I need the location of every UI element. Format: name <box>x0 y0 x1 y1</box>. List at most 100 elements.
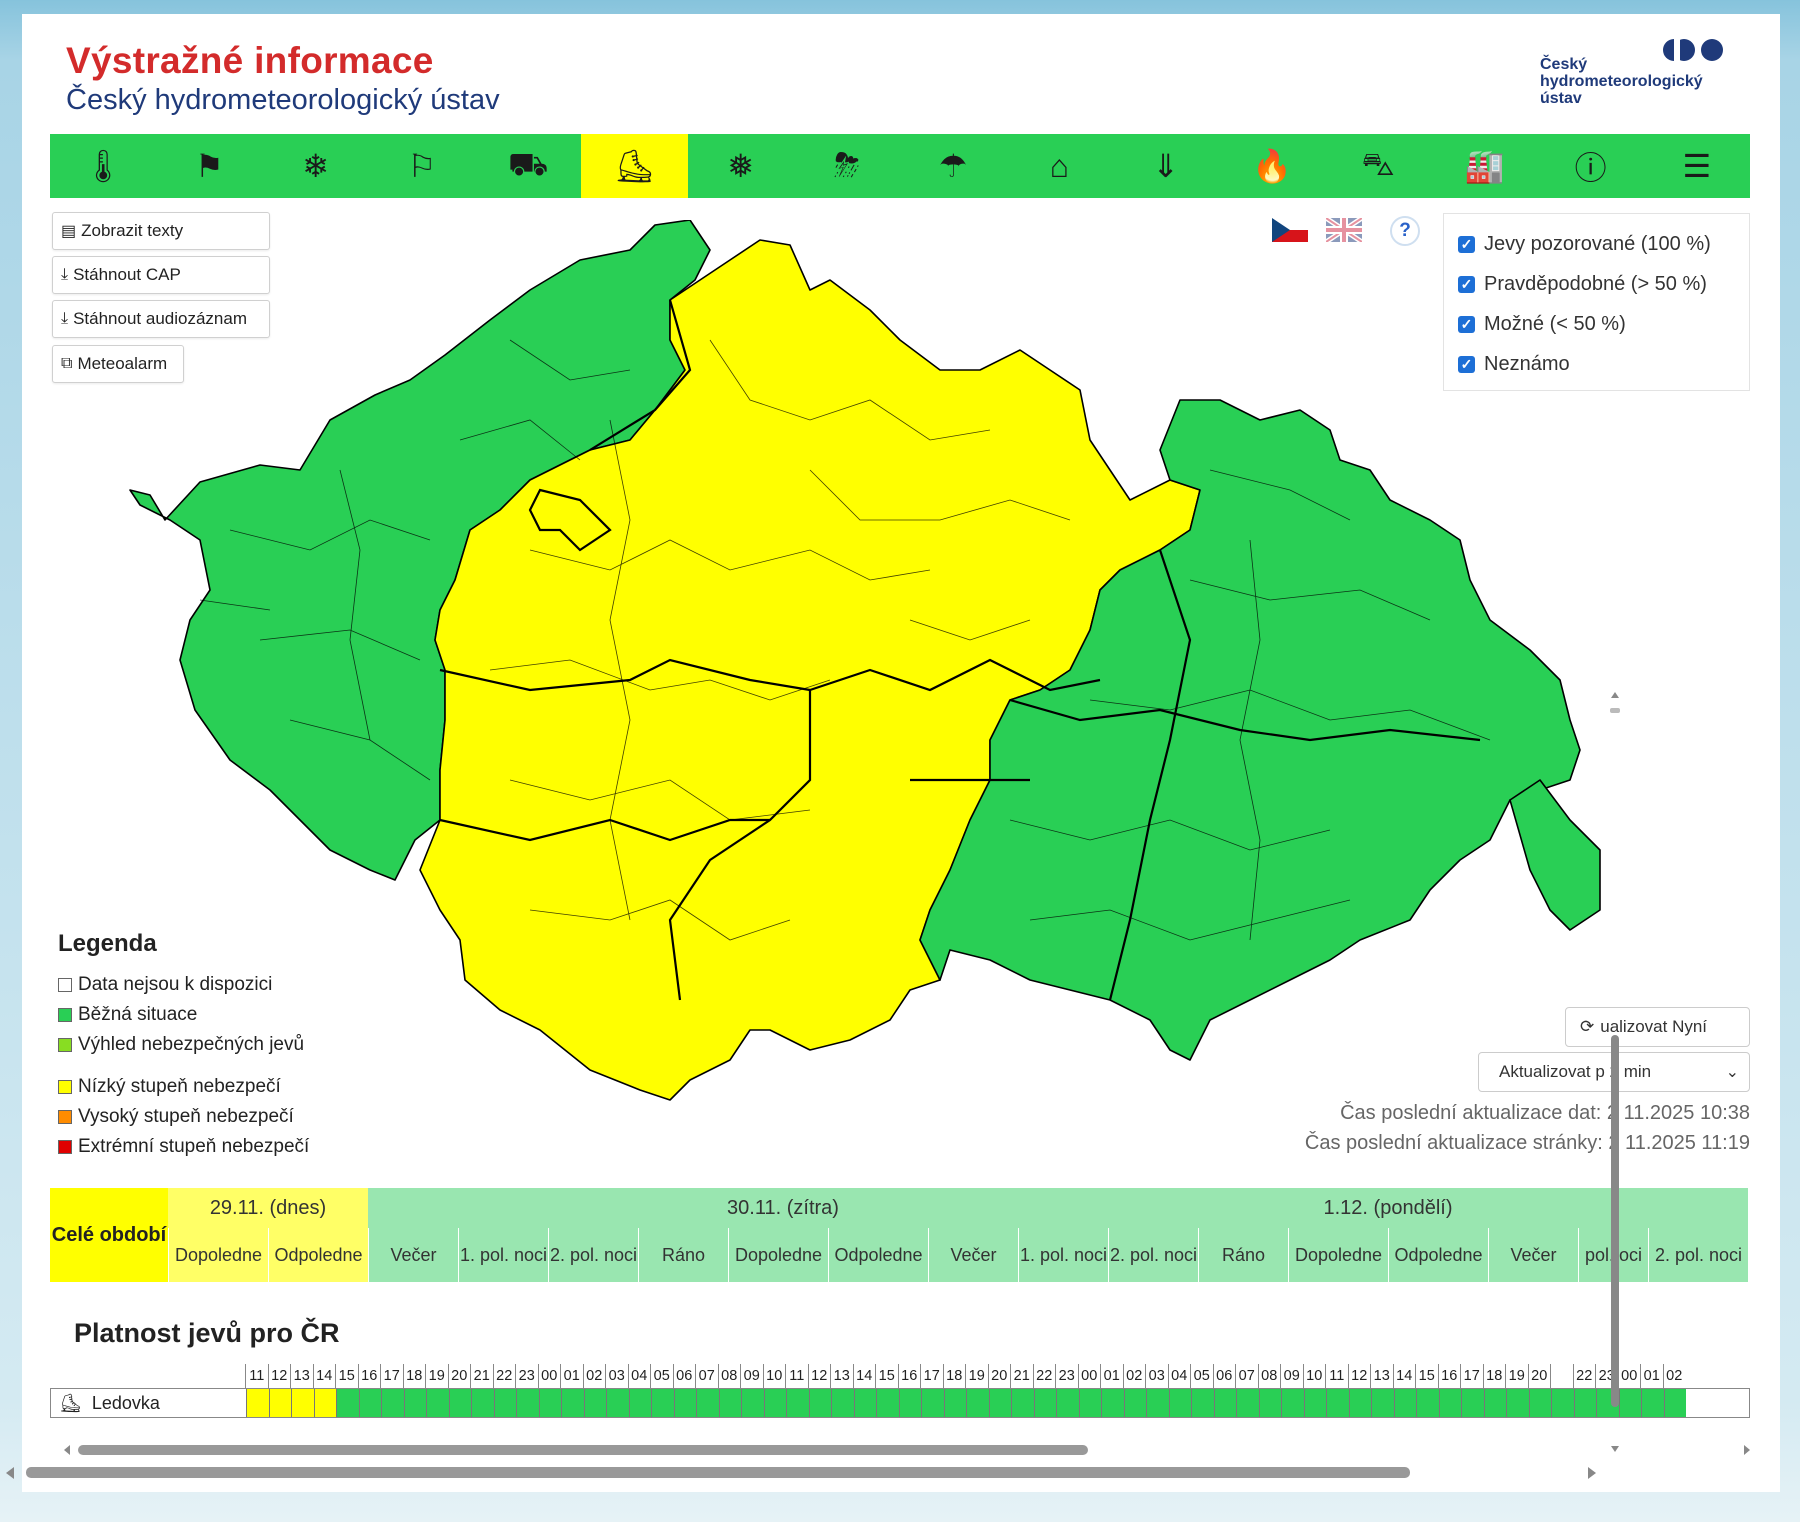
validity-row-label: ⛸ Ledovka <box>59 1392 160 1413</box>
timeline: Celé období 29.11. (dnes) 30.11. (zítra) 1… <box>50 1188 1750 1282</box>
hour-label: 19 <box>1505 1364 1528 1388</box>
legend: Legenda Data nejsou k dispozici Běžná sit… <box>58 930 309 1162</box>
warning-map[interactable] <box>110 220 1690 1120</box>
document-icon: ▤ <box>61 223 77 240</box>
hour-cell <box>1663 1389 1686 1417</box>
legend-swatch <box>58 1038 72 1052</box>
page-horizontal-scrollbar[interactable] <box>0 1463 1600 1483</box>
timeline-day[interactable] <box>1578 1188 1748 1228</box>
hour-cell <box>1191 1389 1214 1417</box>
flood-icon[interactable]: ⌂ <box>1006 134 1112 198</box>
hour-cell <box>1078 1389 1101 1417</box>
hour-label: 05 <box>1190 1364 1213 1388</box>
legend-swatch <box>58 978 72 992</box>
hour-label: 06 <box>672 1364 696 1388</box>
hour-cell <box>1483 1389 1506 1417</box>
fog-traffic-icon[interactable]: ⛍ <box>1325 134 1431 198</box>
hour-cell <box>1528 1389 1551 1417</box>
refresh-now-button[interactable]: ⟳ ualizovat Nyní <box>1565 1007 1750 1047</box>
hour-cell <box>516 1389 539 1417</box>
hour-cell <box>403 1389 426 1417</box>
timeline-slot[interactable]: 2. pol. noci <box>1648 1228 1748 1282</box>
hour-label: 02 <box>1662 1364 1686 1388</box>
timeline-slot[interactable]: 1. pol. noci <box>458 1228 548 1282</box>
timeline-slot[interactable]: Ráno <box>1198 1228 1288 1282</box>
timeline-slot[interactable]: Odpoledne <box>1388 1228 1488 1282</box>
download-icon: ⤓ <box>61 310 69 327</box>
hour-label: 18 <box>1482 1364 1506 1388</box>
hour-label: 19 <box>425 1364 448 1388</box>
timeline-slot[interactable]: 2. pol. noci <box>1108 1228 1198 1282</box>
hour-cell <box>493 1389 516 1417</box>
snow-icon[interactable]: ❄ <box>263 134 369 198</box>
hour-cell <box>1101 1389 1124 1417</box>
timeline-slot[interactable]: Dopoledne <box>728 1228 828 1282</box>
hour-label: 12 <box>267 1364 291 1388</box>
hour-label: 13 <box>1370 1364 1393 1388</box>
wind-icon[interactable]: ⚑ <box>156 134 262 198</box>
timeline-slot[interactable]: Odpoledne <box>828 1228 928 1282</box>
timeline-day[interactable]: 30.11. (zítra) <box>368 1188 1198 1228</box>
timeline-slot[interactable]: 2. pol. noci <box>548 1228 638 1282</box>
legend-item: Extrémní stupeň nebezpečí <box>58 1132 309 1162</box>
hour-label: 16 <box>357 1364 381 1388</box>
horizontal-scrollbar[interactable] <box>62 1442 1752 1458</box>
hour-cell <box>268 1389 291 1417</box>
timeline-slot[interactable]: Večer <box>368 1228 458 1282</box>
thunderstorm-icon[interactable]: ⛈ <box>794 134 900 198</box>
temperature-icon[interactable]: 🌡 <box>50 134 156 198</box>
timeline-day[interactable]: 1.12. (pondělí) <box>1198 1188 1578 1228</box>
chmu-logo[interactable]: Český hydrometeorologický ústav <box>1540 36 1730 110</box>
data-update-time: Čas poslední aktualizace dat: 2 11.2025 … <box>1340 1102 1750 1124</box>
timeline-slot[interactable]: Odpoledne <box>268 1228 368 1282</box>
whole-period-cell[interactable]: Celé období <box>50 1188 168 1282</box>
hour-label: 11 <box>1325 1364 1348 1388</box>
hour-cell <box>1303 1389 1326 1417</box>
hour-label: 21 <box>470 1364 493 1388</box>
hour-label: 17 <box>1460 1364 1483 1388</box>
timeline-slots: Dopoledne Odpoledne Večer 1. pol. noci 2. po… <box>168 1228 1748 1282</box>
hour-label: 20 <box>447 1364 471 1388</box>
hour-cell <box>471 1389 494 1417</box>
hour-label: 18 <box>942 1364 966 1388</box>
water-level-icon[interactable]: ⇓ <box>1113 134 1219 198</box>
validity-row-ledovka[interactable]: ⛸ Ledovka <box>50 1388 1750 1418</box>
legend-swatch <box>58 1110 72 1124</box>
hour-cell <box>1641 1389 1664 1417</box>
snow-wind-icon[interactable]: ⚐ <box>369 134 475 198</box>
legend-label: Běžná situace <box>78 1004 198 1025</box>
vertical-scrollbar[interactable] <box>1608 688 1622 1458</box>
hour-label: 18 <box>402 1364 426 1388</box>
timeline-day[interactable]: 29.11. (dnes) <box>168 1188 368 1228</box>
hour-label: 15 <box>1415 1364 1438 1388</box>
fire-icon[interactable]: 🔥 <box>1219 134 1325 198</box>
phenomena-toolbar: 🌡 ⚑ ❄ ⚐ ⛟ ⛸ ❅ ⛈ ☂ ⌂ ⇓ 🔥 ⛍ 🏭 ⓘ ☰ <box>50 134 1750 198</box>
validity-title: Platnost jevů pro ČR <box>74 1318 340 1348</box>
hour-label: 13 <box>290 1364 313 1388</box>
hour-label: 02 <box>582 1364 606 1388</box>
frost-icon[interactable]: ❅ <box>688 134 794 198</box>
timeline-slot[interactable]: Večer <box>1488 1228 1578 1282</box>
glaze-ice-icon[interactable]: ⛸ <box>581 134 688 198</box>
timeline-slot[interactable]: Dopoledne <box>168 1228 268 1282</box>
hour-label: 01 <box>1100 1364 1123 1388</box>
smog-icon[interactable]: 🏭 <box>1431 134 1537 198</box>
hour-cell <box>786 1389 809 1417</box>
timeline-slot[interactable]: Ráno <box>638 1228 728 1282</box>
hour-cell <box>1551 1389 1574 1417</box>
hour-cell <box>853 1389 876 1417</box>
list-icon[interactable]: ☰ <box>1644 134 1750 198</box>
timeline-slot[interactable]: Dopoledne <box>1288 1228 1388 1282</box>
hour-cell <box>1371 1389 1394 1417</box>
timeline-slot[interactable]: Večer <box>928 1228 1018 1282</box>
hour-label: 17 <box>380 1364 403 1388</box>
timeline-slot[interactable]: 1. pol. noci <box>1018 1228 1108 1282</box>
hour-label: 09 <box>740 1364 763 1388</box>
hour-label: 09 <box>1280 1364 1303 1388</box>
hour-cell <box>763 1389 786 1417</box>
hour-label: 11 <box>785 1364 808 1388</box>
download-icon: ⤓ <box>61 266 69 283</box>
road-ice-icon[interactable]: ⛟ <box>475 134 581 198</box>
warning-icon[interactable]: ⓘ <box>1538 134 1644 198</box>
rain-icon[interactable]: ☂ <box>900 134 1006 198</box>
